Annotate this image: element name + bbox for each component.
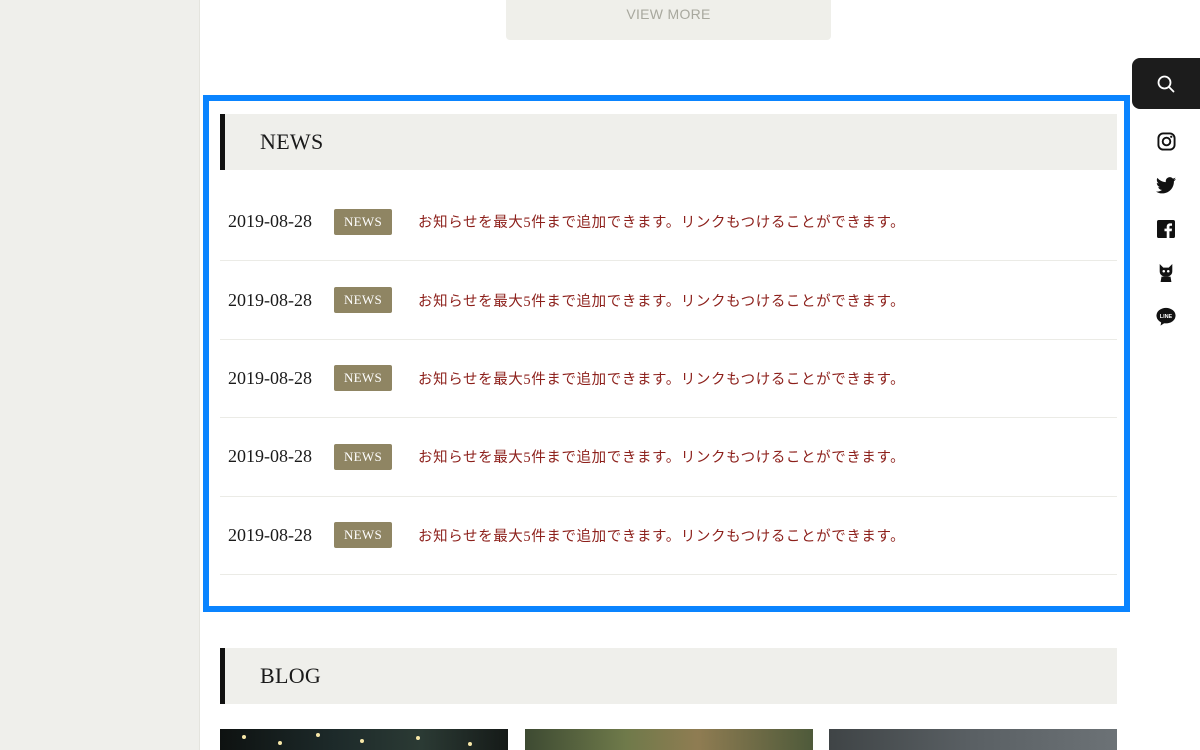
news-title-text: NEWS bbox=[260, 129, 324, 154]
news-item[interactable]: 2019-08-28 NEWS お知らせを最大5件まで追加できます。リンクもつけ… bbox=[220, 340, 1117, 419]
left-gutter bbox=[0, 0, 200, 750]
instagram-icon bbox=[1156, 131, 1176, 151]
news-date: 2019-08-28 bbox=[228, 446, 312, 467]
line-icon: LINE bbox=[1156, 307, 1176, 326]
mascot-link[interactable] bbox=[1156, 263, 1176, 283]
news-category-badge: NEWS bbox=[334, 443, 392, 470]
news-category-badge: NEWS bbox=[334, 365, 392, 392]
social-sidebar: LINE bbox=[1132, 58, 1200, 327]
news-link[interactable]: お知らせを最大5件まで追加できます。リンクもつけることができます。 bbox=[418, 290, 905, 311]
news-category-badge: NEWS bbox=[334, 287, 392, 314]
news-list: 2019-08-28 NEWS お知らせを最大5件まで追加できます。リンクもつけ… bbox=[220, 183, 1117, 575]
news-category-badge: NEWS bbox=[334, 522, 392, 549]
news-date: 2019-08-28 bbox=[228, 524, 312, 545]
blog-thumbnails bbox=[220, 729, 1117, 750]
news-section-title: NEWS bbox=[220, 114, 1117, 170]
bokeh-light bbox=[416, 736, 420, 740]
facebook-link[interactable] bbox=[1156, 219, 1176, 239]
news-link[interactable]: お知らせを最大5件まで追加できます。リンクもつけることができます。 bbox=[418, 368, 905, 389]
news-date: 2019-08-28 bbox=[228, 367, 312, 388]
twitter-link[interactable] bbox=[1156, 175, 1176, 195]
bokeh-light bbox=[360, 739, 364, 743]
bokeh-light bbox=[242, 735, 246, 739]
main-content: VIEW MORE NEWS 2019-08-28 NEWS お知らせを最大5件… bbox=[200, 0, 1200, 750]
line-link[interactable]: LINE bbox=[1156, 307, 1176, 327]
search-button[interactable] bbox=[1132, 58, 1200, 109]
news-category-badge: NEWS bbox=[334, 208, 392, 235]
blog-title-text: BLOG bbox=[260, 663, 322, 688]
news-item[interactable]: 2019-08-28 NEWS お知らせを最大5件まで追加できます。リンクもつけ… bbox=[220, 418, 1117, 497]
news-link[interactable]: お知らせを最大5件まで追加できます。リンクもつけることができます。 bbox=[418, 525, 905, 546]
mascot-icon bbox=[1159, 264, 1173, 282]
blog-section-title: BLOG bbox=[220, 648, 1117, 704]
news-link[interactable]: お知らせを最大5件まで追加できます。リンクもつけることができます。 bbox=[418, 446, 905, 467]
news-item[interactable]: 2019-08-28 NEWS お知らせを最大5件まで追加できます。リンクもつけ… bbox=[220, 183, 1117, 262]
blog-thumbnail[interactable] bbox=[525, 729, 813, 750]
news-date: 2019-08-28 bbox=[228, 211, 312, 232]
blog-thumbnail[interactable] bbox=[220, 729, 508, 750]
view-more-button[interactable]: VIEW MORE bbox=[506, 0, 831, 40]
line-icon-label: LINE bbox=[1160, 314, 1173, 320]
bokeh-light bbox=[468, 742, 472, 746]
instagram-link[interactable] bbox=[1156, 131, 1176, 151]
news-date: 2019-08-28 bbox=[228, 289, 312, 310]
news-item[interactable]: 2019-08-28 NEWS お知らせを最大5件まで追加できます。リンクもつけ… bbox=[220, 261, 1117, 340]
facebook-icon bbox=[1157, 220, 1175, 238]
blog-thumbnail[interactable] bbox=[829, 729, 1117, 750]
news-item[interactable]: 2019-08-28 NEWS お知らせを最大5件まで追加できます。リンクもつけ… bbox=[220, 497, 1117, 575]
bokeh-light bbox=[316, 733, 320, 737]
social-links: LINE bbox=[1132, 131, 1200, 327]
bokeh-light bbox=[278, 741, 282, 745]
twitter-icon bbox=[1156, 176, 1176, 193]
news-link[interactable]: お知らせを最大5件まで追加できます。リンクもつけることができます。 bbox=[418, 211, 905, 232]
search-icon bbox=[1157, 75, 1175, 92]
